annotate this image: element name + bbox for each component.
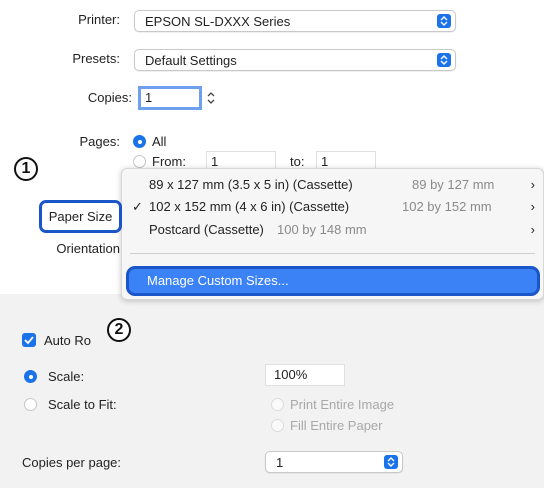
chevron-right-icon: › [530,222,535,237]
print-entire-image-label: Print Entire Image [290,397,395,412]
orientation-label: Orientation [56,241,120,256]
printer-value: EPSON SL-DXXX Series [145,14,291,29]
pages-from-radio[interactable] [133,155,146,168]
chevron-right-icon: › [530,177,535,192]
auto-rotate-checkbox[interactable] [22,333,36,347]
pages-to-label: to: [290,154,305,169]
copies-per-page-popup[interactable]: 1 [265,451,403,473]
scale-radio[interactable] [24,370,37,383]
copies-stepper[interactable] [205,87,217,109]
scale-to-fit-radio[interactable] [24,398,37,411]
menu-item-dim: 100 by 148 mm [277,222,367,237]
menu-item-102x152[interactable]: ✓ 102 x 152 mm (4 x 6 in) (Cassette) 102… [122,196,543,218]
menu-item-89x127[interactable]: 89 x 127 mm (3.5 x 5 in) (Cassette) 89 b… [122,174,543,196]
copies-label: Copies: [87,90,132,105]
scale-to-fit-label: Scale to Fit: [48,397,117,412]
chevron-updown-icon [437,53,451,67]
callout-badge-2: 2 [107,318,131,342]
manage-custom-sizes-item[interactable]: Manage Custom Sizes... [126,266,540,296]
print-entire-image-radio[interactable] [271,398,284,411]
pages-all-label: All [152,134,167,149]
printer-label: Printer: [78,12,120,27]
menu-item-dim: 89 by 127 mm [412,177,495,192]
copies-per-page-value: 1 [276,455,284,470]
presets-label: Presets: [72,51,120,66]
checkmark-icon: ✓ [132,199,143,214]
chevron-right-icon: › [530,199,535,214]
copies-field[interactable]: 1 [138,86,202,110]
paper-size-callout[interactable]: Paper Size [39,200,122,233]
pages-from-label: From: [152,154,186,169]
menu-item-label: 89 x 127 mm (3.5 x 5 in) (Cassette) [149,177,353,192]
scale-field[interactable]: 100% [265,364,345,386]
checkmark-icon [24,336,34,345]
menu-item-postcard[interactable]: Postcard (Cassette) 100 by 148 mm › [122,219,543,241]
callout-badge-1: 1 [14,157,38,181]
presets-value: Default Settings [145,53,237,68]
fill-entire-paper-radio[interactable] [271,419,284,432]
copies-per-page-label: Copies per page: [22,455,122,470]
menu-item-label: Postcard (Cassette) [149,222,264,237]
presets-popup[interactable]: Default Settings [134,49,456,71]
scale-label: Scale: [48,369,85,384]
auto-rotate-label: Auto Ro [44,333,91,348]
printer-popup[interactable]: EPSON SL-DXXX Series [134,10,456,32]
pages-label: Pages: [79,134,120,149]
chevron-updown-icon [384,455,398,469]
menu-item-label: 102 x 152 mm (4 x 6 in) (Cassette) [149,199,350,214]
menu-separator [130,253,535,254]
menu-item-dim: 102 by 152 mm [402,199,492,214]
chevron-updown-icon [437,14,451,28]
fill-entire-paper-label: Fill Entire Paper [290,418,383,433]
pages-all-radio[interactable] [133,135,146,148]
